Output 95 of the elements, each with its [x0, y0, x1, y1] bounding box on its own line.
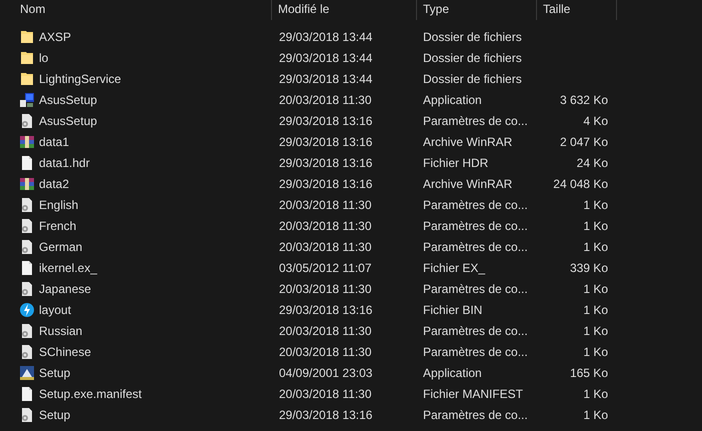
file-type: Paramètres de co...: [422, 408, 529, 422]
file-type: Paramètres de co...: [422, 324, 529, 338]
settings-file-icon: [19, 218, 35, 234]
column-header[interactable]: Type: [423, 2, 450, 16]
modified-date: 29/03/2018 13:44: [278, 30, 374, 44]
file-name[interactable]: Japanese: [39, 282, 92, 296]
file-type: Paramètres de co...: [422, 240, 529, 254]
file-name[interactable]: SChinese: [39, 344, 92, 358]
settings-file-icon: [19, 280, 35, 296]
file-name[interactable]: Setup: [39, 408, 70, 422]
file-name[interactable]: data1: [39, 134, 70, 148]
file-size: 1 Ko: [582, 218, 609, 232]
file-size: 4 Ko: [582, 114, 609, 128]
file-type: Fichier BIN: [422, 302, 484, 316]
file-icon: [19, 386, 35, 402]
file-name[interactable]: French: [39, 218, 76, 232]
column-header[interactable]: Taille: [543, 2, 570, 16]
file-size: 1 Ko: [582, 282, 609, 296]
file-size: 1 Ko: [582, 302, 609, 316]
file-type: Paramètres de co...: [422, 344, 529, 358]
file-icon: [19, 260, 35, 276]
modified-date: 29/03/2018 13:44: [278, 72, 374, 86]
modified-date: 29/03/2018 13:16: [278, 114, 374, 128]
file-name[interactable]: layout: [39, 302, 72, 316]
file-type: Paramètres de co...: [422, 114, 529, 128]
file-name[interactable]: AsusSetup: [39, 114, 98, 128]
file-size: 3 632 Ko: [558, 92, 609, 106]
settings-file-icon: [19, 112, 35, 128]
folder-icon: [19, 70, 35, 86]
modified-date: 04/09/2001 23:03: [278, 366, 374, 380]
modified-date: 29/03/2018 13:16: [278, 156, 374, 170]
file-type: Paramètres de co...: [422, 218, 529, 232]
modified-date: 20/03/2018 11:30: [278, 324, 373, 338]
file-type: Application: [422, 92, 483, 106]
file-name[interactable]: Setup.exe.manifest: [39, 386, 142, 400]
modified-date: 20/03/2018 11:30: [278, 218, 373, 232]
file-icon: [19, 154, 35, 170]
modified-date: 20/03/2018 11:30: [278, 92, 373, 106]
file-name[interactable]: LightingService: [39, 72, 122, 86]
modified-date: 20/03/2018 11:30: [278, 344, 373, 358]
file-size: 24 048 Ko: [552, 176, 609, 190]
file-type: Fichier MANIFEST: [422, 386, 524, 400]
file-name[interactable]: AsusSetup: [39, 92, 98, 106]
file-type: Archive WinRAR: [422, 176, 514, 190]
modified-date: 20/03/2018 11:30: [278, 240, 373, 254]
file-size: 1 Ko: [582, 344, 609, 358]
file-size: 1 Ko: [582, 198, 609, 212]
archive-icon: [19, 176, 35, 192]
file-name[interactable]: data1.hdr: [39, 156, 90, 170]
file-type: Archive WinRAR: [422, 134, 514, 148]
settings-file-icon: [19, 238, 35, 254]
modified-date: 03/05/2012 11:07: [278, 260, 373, 274]
archive-icon: [19, 134, 35, 150]
file-type: Fichier EX_: [422, 260, 486, 274]
column-header[interactable]: Nom: [6, 2, 46, 16]
file-name[interactable]: ikernel.ex_: [39, 260, 98, 274]
file-name[interactable]: Russian: [39, 324, 82, 338]
file-name[interactable]: English: [39, 198, 78, 212]
settings-file-icon: [19, 406, 35, 422]
folder-icon: [19, 28, 35, 44]
modified-date: 29/03/2018 13:16: [278, 134, 374, 148]
modified-date: 29/03/2018 13:16: [278, 408, 374, 422]
file-type: Fichier HDR: [422, 156, 490, 170]
modified-date: 29/03/2018 13:16: [278, 176, 374, 190]
modified-date: 20/03/2018 11:30: [278, 198, 373, 212]
file-size: 2 047 Ko: [558, 134, 609, 148]
file-size: 339 Ko: [568, 260, 609, 274]
file-type: Dossier de fichiers: [422, 50, 523, 64]
file-size: 1 Ko: [582, 240, 609, 254]
settings-file-icon: [19, 196, 35, 212]
file-name[interactable]: lo: [39, 50, 48, 64]
modified-date: 29/03/2018 13:16: [278, 302, 374, 316]
file-size: 24 Ko: [576, 156, 609, 170]
modified-date: 20/03/2018 11:30: [278, 282, 373, 296]
modified-date: 20/03/2018 11:30: [278, 386, 373, 400]
file-size: 165 Ko: [568, 366, 609, 380]
settings-file-icon: [19, 344, 35, 360]
modified-date: 29/03/2018 13:44: [278, 50, 374, 64]
file-name[interactable]: German: [39, 240, 82, 254]
folder-icon: [19, 50, 35, 66]
file-size: 1 Ko: [582, 408, 609, 422]
file-type: Paramètres de co...: [422, 198, 529, 212]
file-size: 1 Ko: [582, 324, 609, 338]
column-header[interactable]: Modifié le: [278, 2, 330, 16]
settings-file-icon: [19, 322, 35, 338]
file-type: Dossier de fichiers: [422, 30, 523, 44]
lightning-icon: [19, 302, 35, 318]
file-type: Paramètres de co...: [422, 282, 529, 296]
file-size: 1 Ko: [582, 386, 609, 400]
file-type: Dossier de fichiers: [422, 72, 523, 86]
file-name[interactable]: data2: [39, 176, 70, 190]
file-type: Application: [422, 366, 483, 380]
file-name[interactable]: Setup: [39, 366, 70, 380]
file-name[interactable]: AXSP: [39, 30, 72, 44]
setup-icon: [19, 364, 35, 380]
